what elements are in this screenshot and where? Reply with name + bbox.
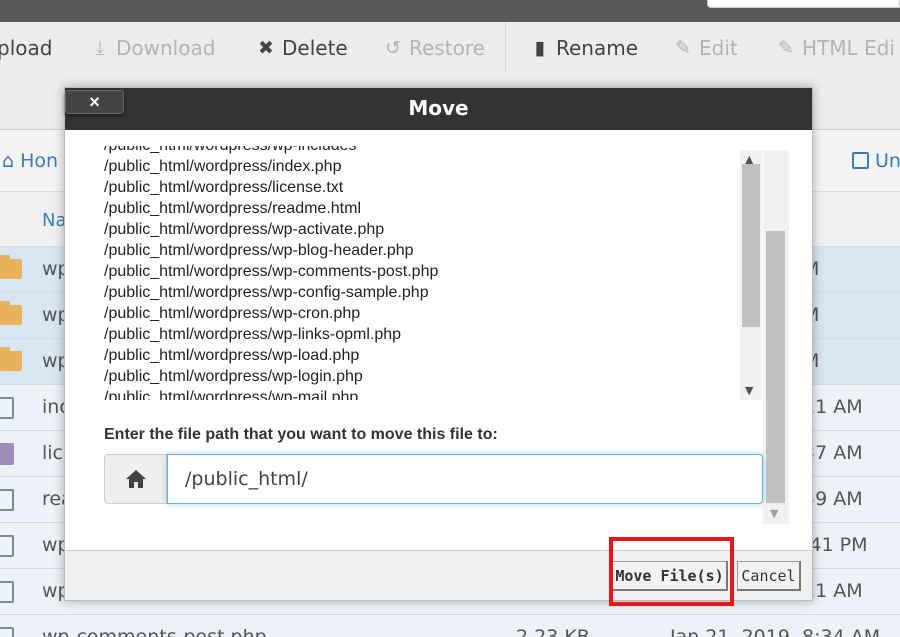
search-box[interactable] (707, 0, 900, 8)
file-path-item: /public_html/wordpress/license.txt (104, 179, 344, 196)
unselect-all-link[interactable]: Un (852, 150, 900, 172)
selected-files-list: /public_html/wordpress/wp-includes/publi… (104, 146, 724, 400)
text-file-icon (0, 443, 14, 465)
edit-button[interactable]: ✎ Edit (673, 36, 738, 60)
rename-label: Rename (556, 36, 639, 60)
move-dialog: Move × /public_html/wordpress/wp-include… (64, 87, 813, 601)
html-edit-label: HTML Edi (802, 36, 895, 60)
undo-icon: ↺ (385, 37, 401, 59)
home-icon: ⌂ (2, 150, 15, 172)
file-name: lic (42, 442, 64, 464)
rename-button[interactable]: ▮ Rename (530, 36, 638, 60)
dialog-header: Move × (65, 88, 812, 130)
folder-icon (0, 347, 22, 371)
file-path-item: /public_html/wordpress/index.php (104, 158, 342, 175)
scroll-down-icon[interactable]: ▼ (770, 507, 778, 520)
close-button[interactable]: × (65, 90, 124, 114)
file-name: wp-comments-post.php (42, 626, 267, 637)
file-path-item: /public_html/wordpress/wp-login.php (104, 368, 363, 385)
code-file-icon (0, 489, 14, 511)
home-label: Hon (20, 150, 59, 172)
code-file-icon (0, 397, 14, 419)
unselect-label: Un (875, 150, 900, 172)
checkbox-icon (852, 152, 869, 169)
code-file-icon (0, 581, 14, 603)
delete-label: Delete (282, 36, 348, 60)
scroll-down-icon[interactable]: ▼ (745, 384, 753, 397)
restore-button[interactable]: ↺ Restore (383, 36, 485, 60)
edit-label: Edit (699, 36, 738, 60)
file-path-item: /public_html/wordpress/wp-links-opml.php (104, 326, 402, 343)
toolbar-divider (505, 22, 506, 72)
file-list-scrollbar[interactable]: ▲ ▼ (740, 150, 762, 400)
download-button[interactable]: ⤓ Download (90, 36, 216, 60)
folder-icon (0, 255, 22, 279)
delete-button[interactable]: ✖ Delete (256, 36, 348, 60)
dialog-title: Move (408, 96, 469, 120)
file-path-item: /public_html/wordpress/readme.html (104, 200, 361, 217)
home-icon (125, 470, 146, 488)
upload-button[interactable]: pload (0, 36, 52, 60)
file-path-item: /public_html/wordpress/wp-includes (104, 146, 724, 156)
home-link[interactable]: ⌂ Hon (2, 150, 58, 172)
cancel-button[interactable]: Cancel (737, 561, 801, 591)
file-size: 2.23 KB (516, 626, 590, 637)
scrollbar-thumb[interactable] (742, 164, 760, 327)
highlight-annotation (609, 537, 734, 606)
file-path-item: /public_html/wordpress/wp-comments-post.… (104, 263, 439, 280)
file-path-item: /public_html/wordpress/wp-load.php (104, 347, 360, 364)
pencil-icon: ✎ (675, 37, 691, 59)
path-input-group (104, 454, 763, 504)
table-row[interactable]: wp-comments-post.php 2.23 KB Jan 21, 201… (0, 615, 900, 637)
path-prompt: Enter the file path that you want to mov… (104, 426, 498, 443)
file-path-item: /public_html/wordpress/wp-cron.php (104, 305, 361, 322)
file-path-item: /public_html/wordpress/wp-mail.php (104, 389, 359, 400)
code-file-icon (0, 535, 14, 557)
scrollbar-thumb[interactable] (766, 231, 785, 503)
restore-label: Restore (409, 36, 485, 60)
home-addon (104, 454, 167, 504)
file-path-item: /public_html/wordpress/wp-blog-header.ph… (104, 242, 414, 259)
close-icon: ✖ (258, 37, 274, 59)
file-list-content: /public_html/wordpress/wp-includes/publi… (104, 146, 724, 400)
destination-path-input[interactable] (167, 454, 763, 504)
upload-label: pload (0, 36, 53, 60)
dialog-scrollbar[interactable]: ▼ (763, 150, 789, 524)
edit-box-icon: ✎ (778, 37, 794, 59)
code-file-icon (0, 627, 14, 637)
file-modified: Jan 21, 2019, 8:34 AM (670, 626, 881, 637)
name-column-header[interactable]: Na (42, 210, 67, 231)
file-path-item: /public_html/wordpress/wp-activate.php (104, 221, 385, 238)
download-icon: ⤓ (95, 37, 105, 59)
download-label: Download (116, 36, 216, 60)
html-edit-button[interactable]: ✎ HTML Edi (776, 36, 895, 60)
file-path-item: /public_html/wordpress/wp-config-sample.… (104, 284, 429, 301)
folder-icon (0, 301, 22, 325)
file-icon: ▮ (534, 37, 546, 59)
